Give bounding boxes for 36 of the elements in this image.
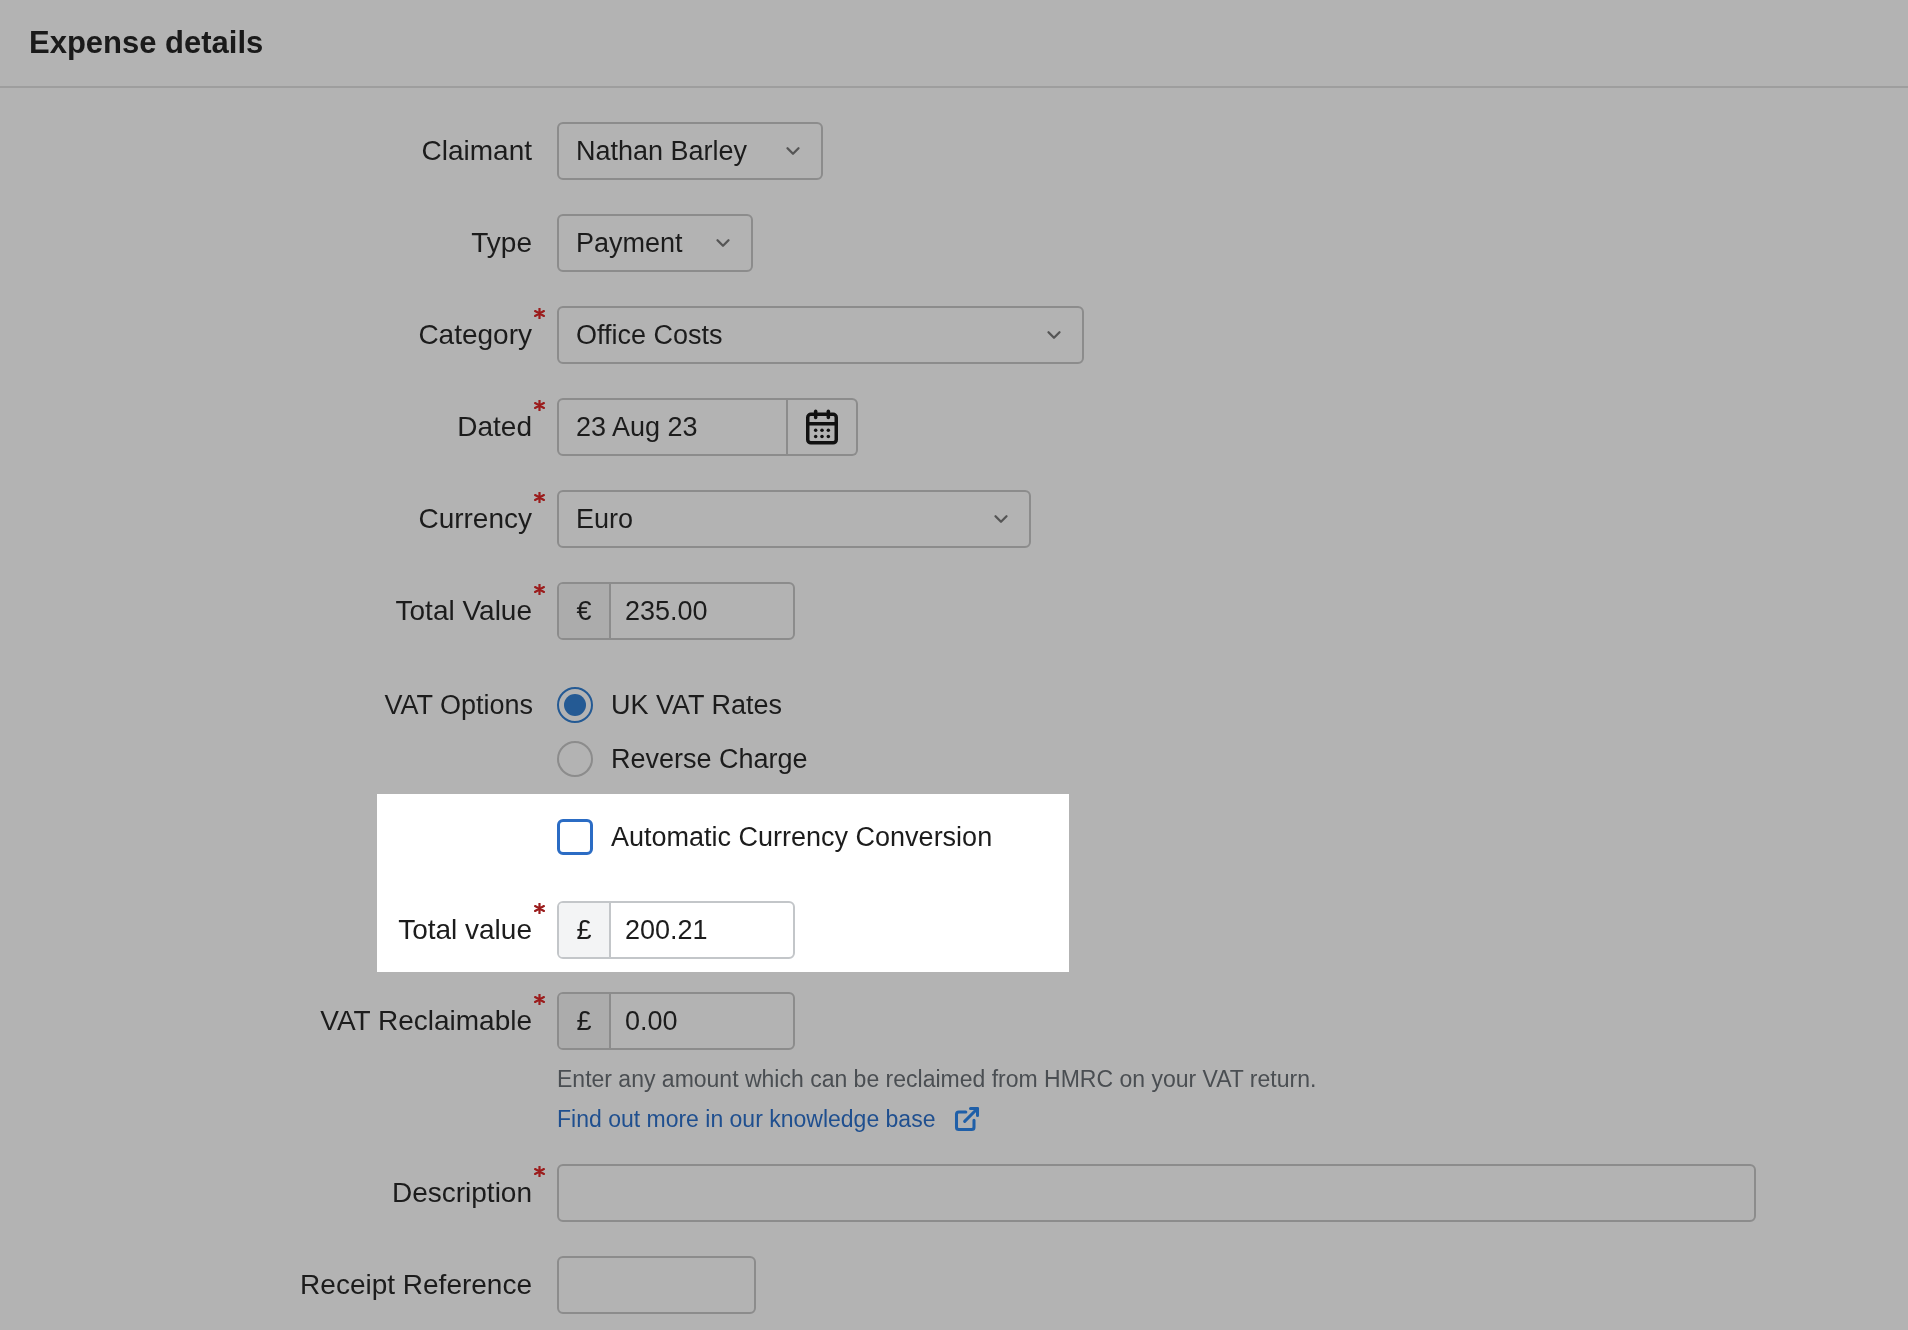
dropdown[interactable]: Nathan Barley bbox=[557, 122, 823, 180]
receipt-reference-field[interactable] bbox=[557, 1256, 756, 1314]
external-link-icon bbox=[953, 1105, 982, 1133]
radio-label: UK VAT Rates bbox=[611, 688, 783, 722]
field-label: Total value bbox=[398, 914, 532, 945]
amount-field[interactable]: £ 200.21 bbox=[557, 901, 795, 959]
field-label: VAT Options bbox=[384, 688, 533, 722]
field-label: Receipt Reference bbox=[300, 1269, 532, 1300]
currency-symbol: £ bbox=[559, 994, 611, 1048]
currency-symbol: £ bbox=[559, 903, 611, 957]
field-label: Type bbox=[471, 227, 532, 258]
section-title: Expense details bbox=[29, 23, 264, 62]
amount-field[interactable]: € 235.00 bbox=[557, 582, 795, 640]
currency-symbol: € bbox=[559, 584, 611, 638]
calendar-button[interactable] bbox=[788, 398, 858, 456]
radio-label: Reverse Charge bbox=[611, 742, 808, 776]
field-label: Currency bbox=[418, 503, 532, 534]
knowledge-base-link[interactable]: Find out more in our knowledge base bbox=[557, 1104, 982, 1134]
dropdown[interactable]: Payment bbox=[557, 214, 753, 272]
dropdown[interactable]: Office Costs bbox=[557, 306, 1084, 364]
dropdown[interactable]: Euro bbox=[557, 490, 1031, 548]
checkbox-label: Automatic Currency Conversion bbox=[611, 820, 993, 854]
calendar-icon bbox=[803, 408, 841, 446]
amount-field[interactable]: £ 0.00 bbox=[557, 992, 795, 1050]
field-label: Dated bbox=[457, 411, 532, 442]
date-field[interactable]: 23 Aug 23 bbox=[557, 398, 788, 456]
field-label: VAT Reclaimable bbox=[320, 1005, 532, 1036]
field-label: Claimant bbox=[421, 135, 532, 166]
field-label: Total Value bbox=[395, 595, 532, 626]
radio-button[interactable] bbox=[557, 687, 593, 723]
help-text: Enter any amount which can be reclaimed from HMRC on your VAT return. bbox=[557, 1065, 1318, 1094]
checkbox[interactable] bbox=[557, 819, 593, 855]
description-field[interactable] bbox=[557, 1164, 1756, 1222]
field-label: Category bbox=[418, 319, 532, 350]
radio-button[interactable] bbox=[557, 741, 593, 777]
field-label: Description bbox=[391, 1177, 532, 1208]
